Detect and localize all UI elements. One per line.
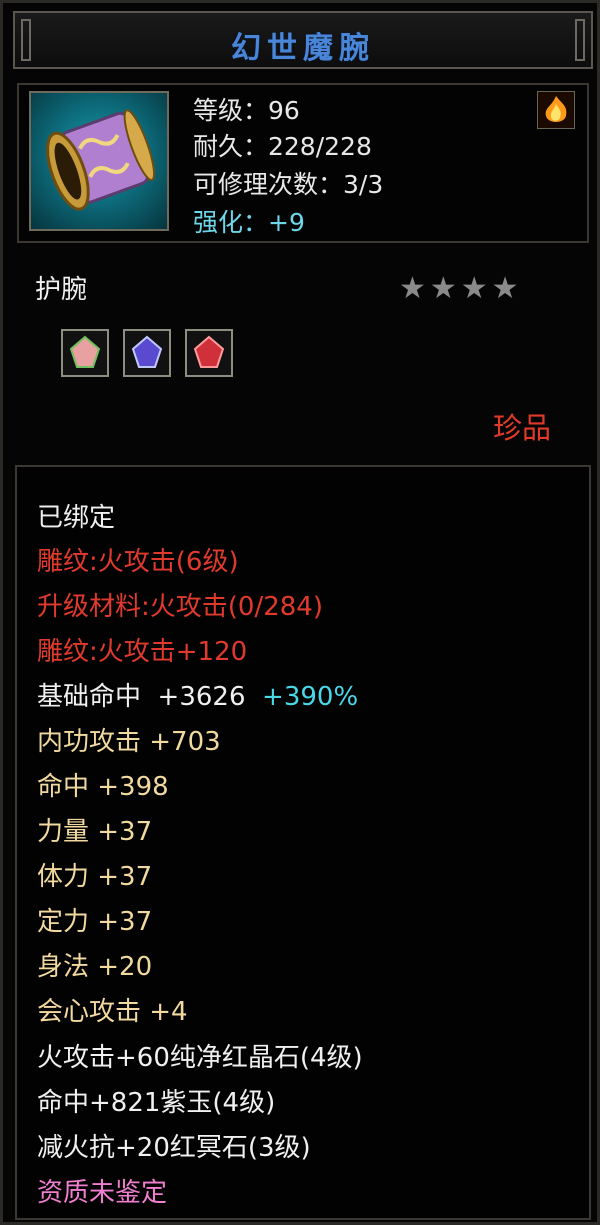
item-tooltip: 幻世魔腕 等级：96 耐久：228/228 可修理次数：3/3 强化：+9 护腕…	[0, 0, 600, 1225]
fire-attribute-icon	[537, 91, 575, 129]
repair-count-stat: 可修理次数：3/3	[193, 170, 384, 199]
engrave-bonus-line: 雕纹:火攻击+120	[37, 637, 248, 667]
base-hit-line: 基础命中 +3626 +390%	[37, 676, 358, 713]
focus-line: 定力 +37	[37, 907, 153, 937]
title-bar: 幻世魔腕	[13, 11, 593, 69]
rarity-label: 珍品	[492, 411, 551, 445]
inner-attack-line: 内功攻击 +703	[37, 727, 221, 757]
item-name: 幻世魔腕	[231, 31, 375, 66]
item-type: 护腕	[35, 275, 88, 305]
bound-status: 已绑定	[37, 503, 116, 533]
base-hit-percent: +390%	[262, 682, 359, 712]
gem-bonus-line: 火攻击+60纯净红晶石(4级)	[37, 1043, 363, 1073]
red-crystal-gem-icon[interactable]	[185, 329, 233, 377]
enhance-stat: 强化：+9	[193, 208, 305, 237]
base-hit-label: 基础命中	[37, 682, 142, 712]
strength-line: 力量 +37	[37, 817, 153, 847]
gem-bonus-line: 减火抗+20红冥石(3级)	[37, 1133, 311, 1163]
quality-status: 资质未鉴定	[37, 1178, 168, 1208]
agility-line: 身法 +20	[37, 952, 153, 982]
base-hit-value: +3626	[157, 682, 246, 712]
crit-line: 会心攻击 +4	[37, 997, 188, 1027]
level-stat: 等级：96	[193, 96, 300, 125]
bracer-icon[interactable]	[29, 91, 169, 231]
star-rating: ★★★★	[399, 271, 523, 306]
engrave-line: 雕纹:火攻击(6级)	[37, 547, 239, 577]
gem-bonus-line: 命中+821紫玉(4级)	[37, 1088, 276, 1118]
upgrade-material-line: 升级材料:火攻击(0/284)	[37, 592, 323, 622]
hit-line: 命中 +398	[37, 772, 169, 802]
stamina-line: 体力 +37	[37, 862, 153, 892]
item-header-panel: 等级：96 耐久：228/228 可修理次数：3/3 强化：+9	[17, 83, 589, 243]
ruby-gem-icon[interactable]	[61, 329, 109, 377]
amethyst-gem-icon[interactable]	[123, 329, 171, 377]
durability-stat: 耐久：228/228	[193, 132, 372, 161]
